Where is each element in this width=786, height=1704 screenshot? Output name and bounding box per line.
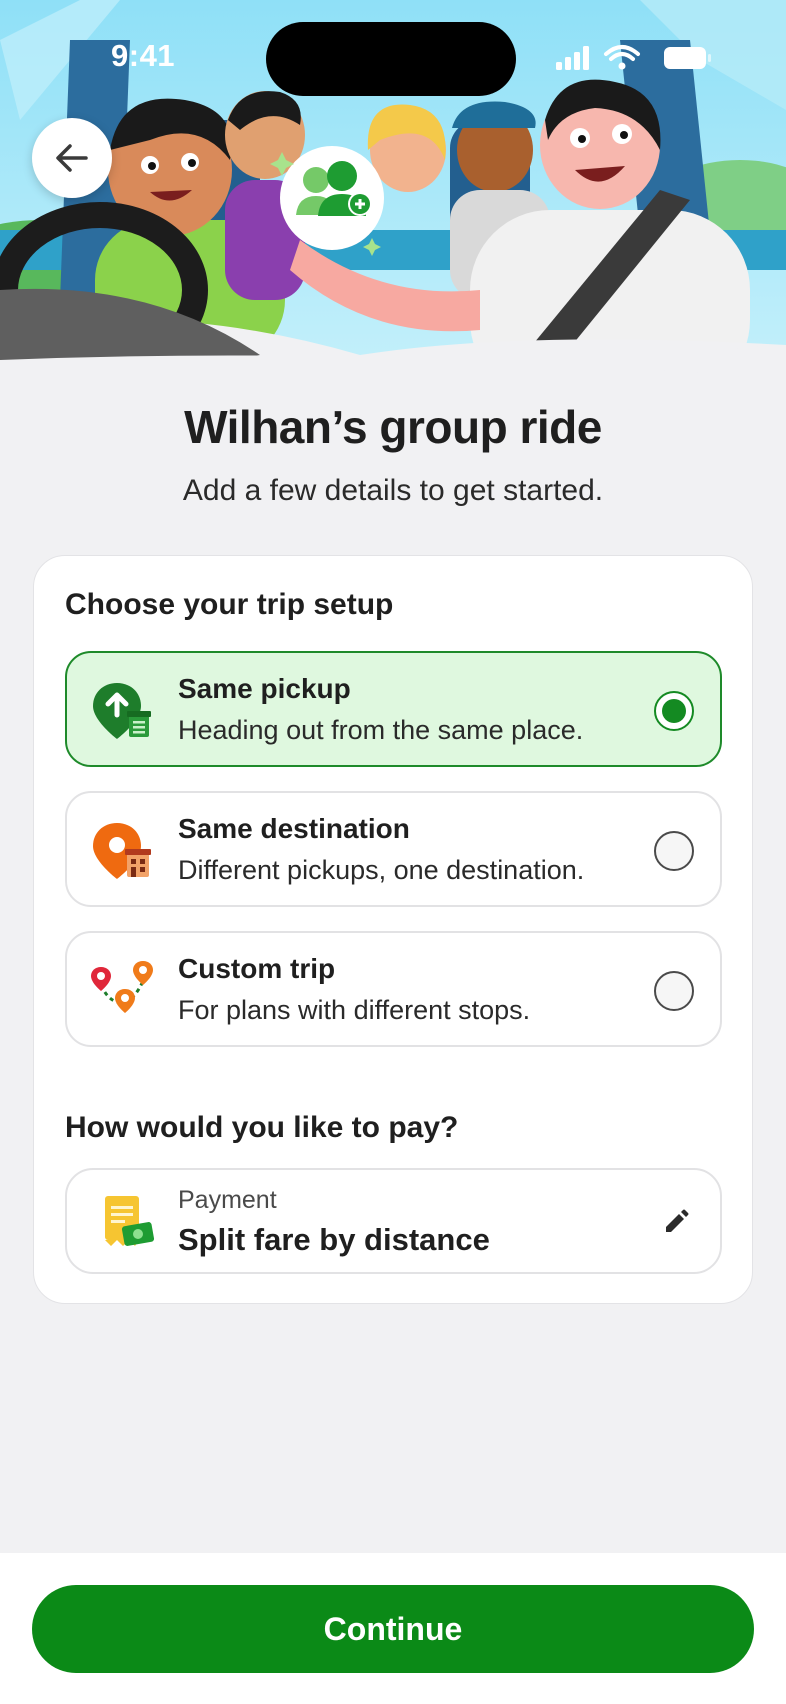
footer: Continue xyxy=(0,1553,786,1704)
option-label: Same destination xyxy=(178,813,410,844)
payment-selector[interactable]: Payment Split fare by distance xyxy=(65,1168,722,1274)
battery-icon xyxy=(664,47,711,69)
option-description: Different pickups, one destination. xyxy=(178,855,585,885)
option-description: Heading out from the same place. xyxy=(178,715,584,745)
payment-label: Payment xyxy=(178,1186,277,1214)
option-label: Same pickup xyxy=(178,673,351,704)
custom-route-icon xyxy=(91,961,153,1013)
option-custom-trip[interactable]: Custom trip For plans with different sto… xyxy=(65,931,722,1047)
pencil-icon[interactable] xyxy=(662,1208,690,1236)
destination-pin-icon xyxy=(93,823,151,879)
pickup-pin-icon xyxy=(93,683,151,739)
status-bar: 9:41 xyxy=(0,0,786,120)
option-same-pickup[interactable]: Same pickup Heading out from the same pl… xyxy=(65,651,722,767)
clock-time: 9:41 xyxy=(111,38,176,73)
status-icons xyxy=(556,45,711,70)
cellular-signal-icon xyxy=(556,46,589,70)
arrow-left-icon xyxy=(56,144,88,172)
wifi-icon xyxy=(604,45,640,70)
page-title: Wilhan’s group ride xyxy=(184,401,602,453)
dynamic-island xyxy=(266,22,516,96)
payment-heading: How would you like to pay? xyxy=(65,1111,459,1144)
option-label: Custom trip xyxy=(178,953,336,984)
trip-setup-card: Choose your trip setup Same pickup Headi… xyxy=(33,555,753,1304)
radio-same-destination[interactable] xyxy=(654,831,694,871)
option-description: For plans with different stops. xyxy=(178,995,531,1025)
option-same-destination[interactable]: Same destination Different pickups, one … xyxy=(65,791,722,907)
back-button[interactable] xyxy=(32,118,112,198)
radio-custom-trip[interactable] xyxy=(654,971,694,1011)
radio-same-pickup[interactable] xyxy=(654,691,694,731)
trip-setup-heading: Choose your trip setup xyxy=(65,588,394,621)
continue-button[interactable]: Continue xyxy=(32,1585,754,1673)
payment-value: Split fare by distance xyxy=(178,1222,490,1257)
page-subtitle: Add a few details to get started. xyxy=(182,474,604,507)
receipt-cash-icon xyxy=(105,1196,155,1246)
